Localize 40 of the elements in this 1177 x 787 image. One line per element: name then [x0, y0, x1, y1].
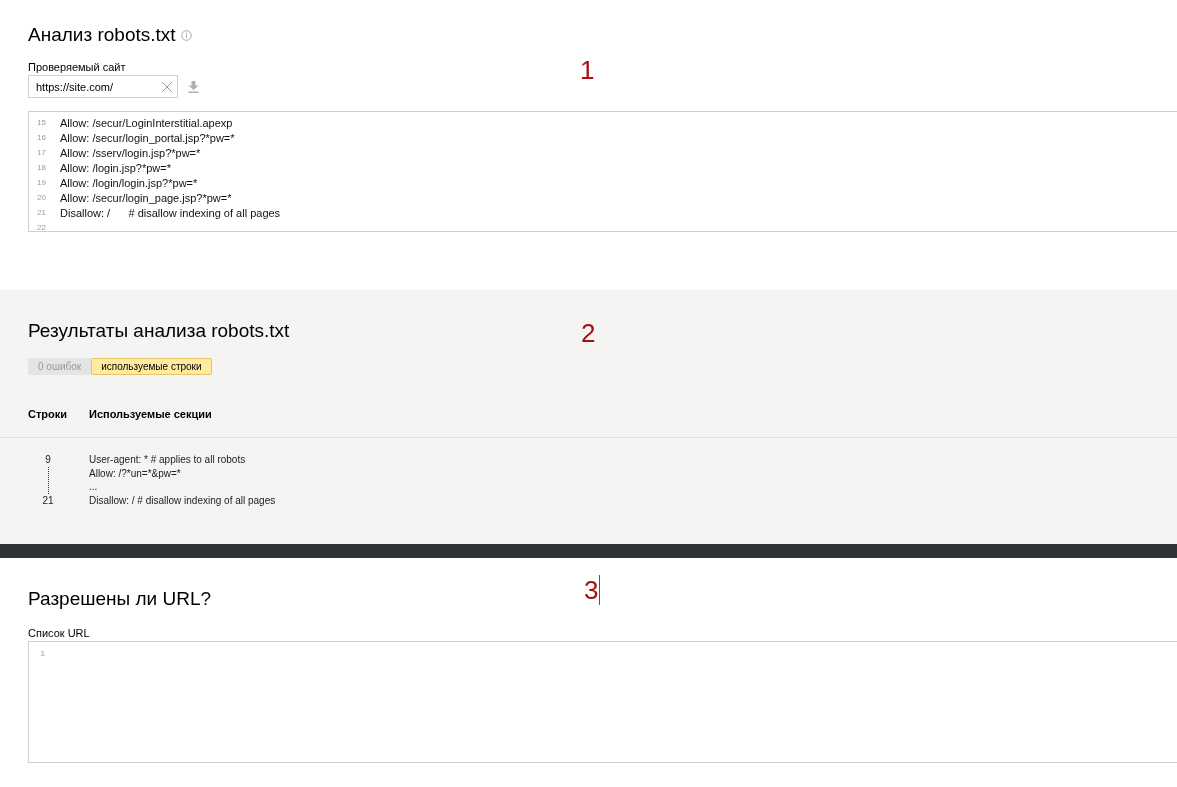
line-number: 19 — [36, 178, 46, 187]
info-icon — [180, 29, 192, 41]
annotation-number: 2 — [581, 319, 596, 347]
field-label: Проверяемый сайт — [28, 61, 126, 74]
code-line: Allow: /secur/LoginInterstitial.apexp — [60, 116, 233, 129]
section-line: Allow: /?*un=*&pw=* — [89, 466, 182, 480]
line-number: 18 — [36, 163, 46, 172]
code-line: Allow: /login/login.jsp?*pw=* — [60, 176, 198, 189]
line-number: 15 — [36, 118, 46, 127]
section-title: Результаты анализа robots.txt — [28, 320, 290, 342]
code-line: Disallow: / # disallow indexing of all pages — [60, 206, 281, 219]
column-header: Строки — [28, 408, 69, 421]
code-line: Allow: /login.jsp?*pw=* — [60, 161, 171, 174]
line-number: 9 — [45, 453, 51, 467]
code-line: Allow: /secur/login_portal.jsp?*pw=* — [60, 131, 235, 144]
line-number: 22 — [36, 223, 46, 231]
column-header: Используемые секции — [89, 408, 212, 421]
annotation-number: 3 — [584, 576, 599, 604]
line-number: 20 — [36, 193, 46, 202]
filter-tab[interactable]: используемые строки — [91, 358, 212, 375]
line-number: 1 — [39, 649, 45, 659]
section-line: Disallow: / # disallow indexing of all pages — [89, 493, 276, 507]
line-number: 17 — [36, 148, 46, 157]
section-line: ... — [89, 480, 99, 494]
annotation-number: 1 — [580, 56, 595, 84]
dotted-range-line — [47, 466, 49, 494]
text-caret-icon — [599, 575, 601, 605]
line-number: 16 — [36, 133, 46, 142]
download-icon[interactable] — [188, 80, 199, 93]
code-editor[interactable] — [28, 111, 1177, 232]
site-url-field[interactable]: https://site.com/ — [28, 75, 178, 98]
line-number: 21 — [42, 493, 54, 507]
code-line: Allow: /secur/login_page.jsp?*pw=* — [60, 191, 232, 204]
section-title: Разрешены ли URL? — [28, 588, 212, 610]
section-line: User-agent: * # applies to all robots — [89, 453, 247, 467]
field-label: Список URL — [28, 627, 90, 640]
page-title: Анализ robots.txt — [28, 24, 176, 46]
line-number: 21 — [36, 208, 46, 217]
clear-icon[interactable] — [161, 80, 173, 93]
code-line: Allow: /sserv/login.jsp?*pw=* — [60, 146, 201, 159]
